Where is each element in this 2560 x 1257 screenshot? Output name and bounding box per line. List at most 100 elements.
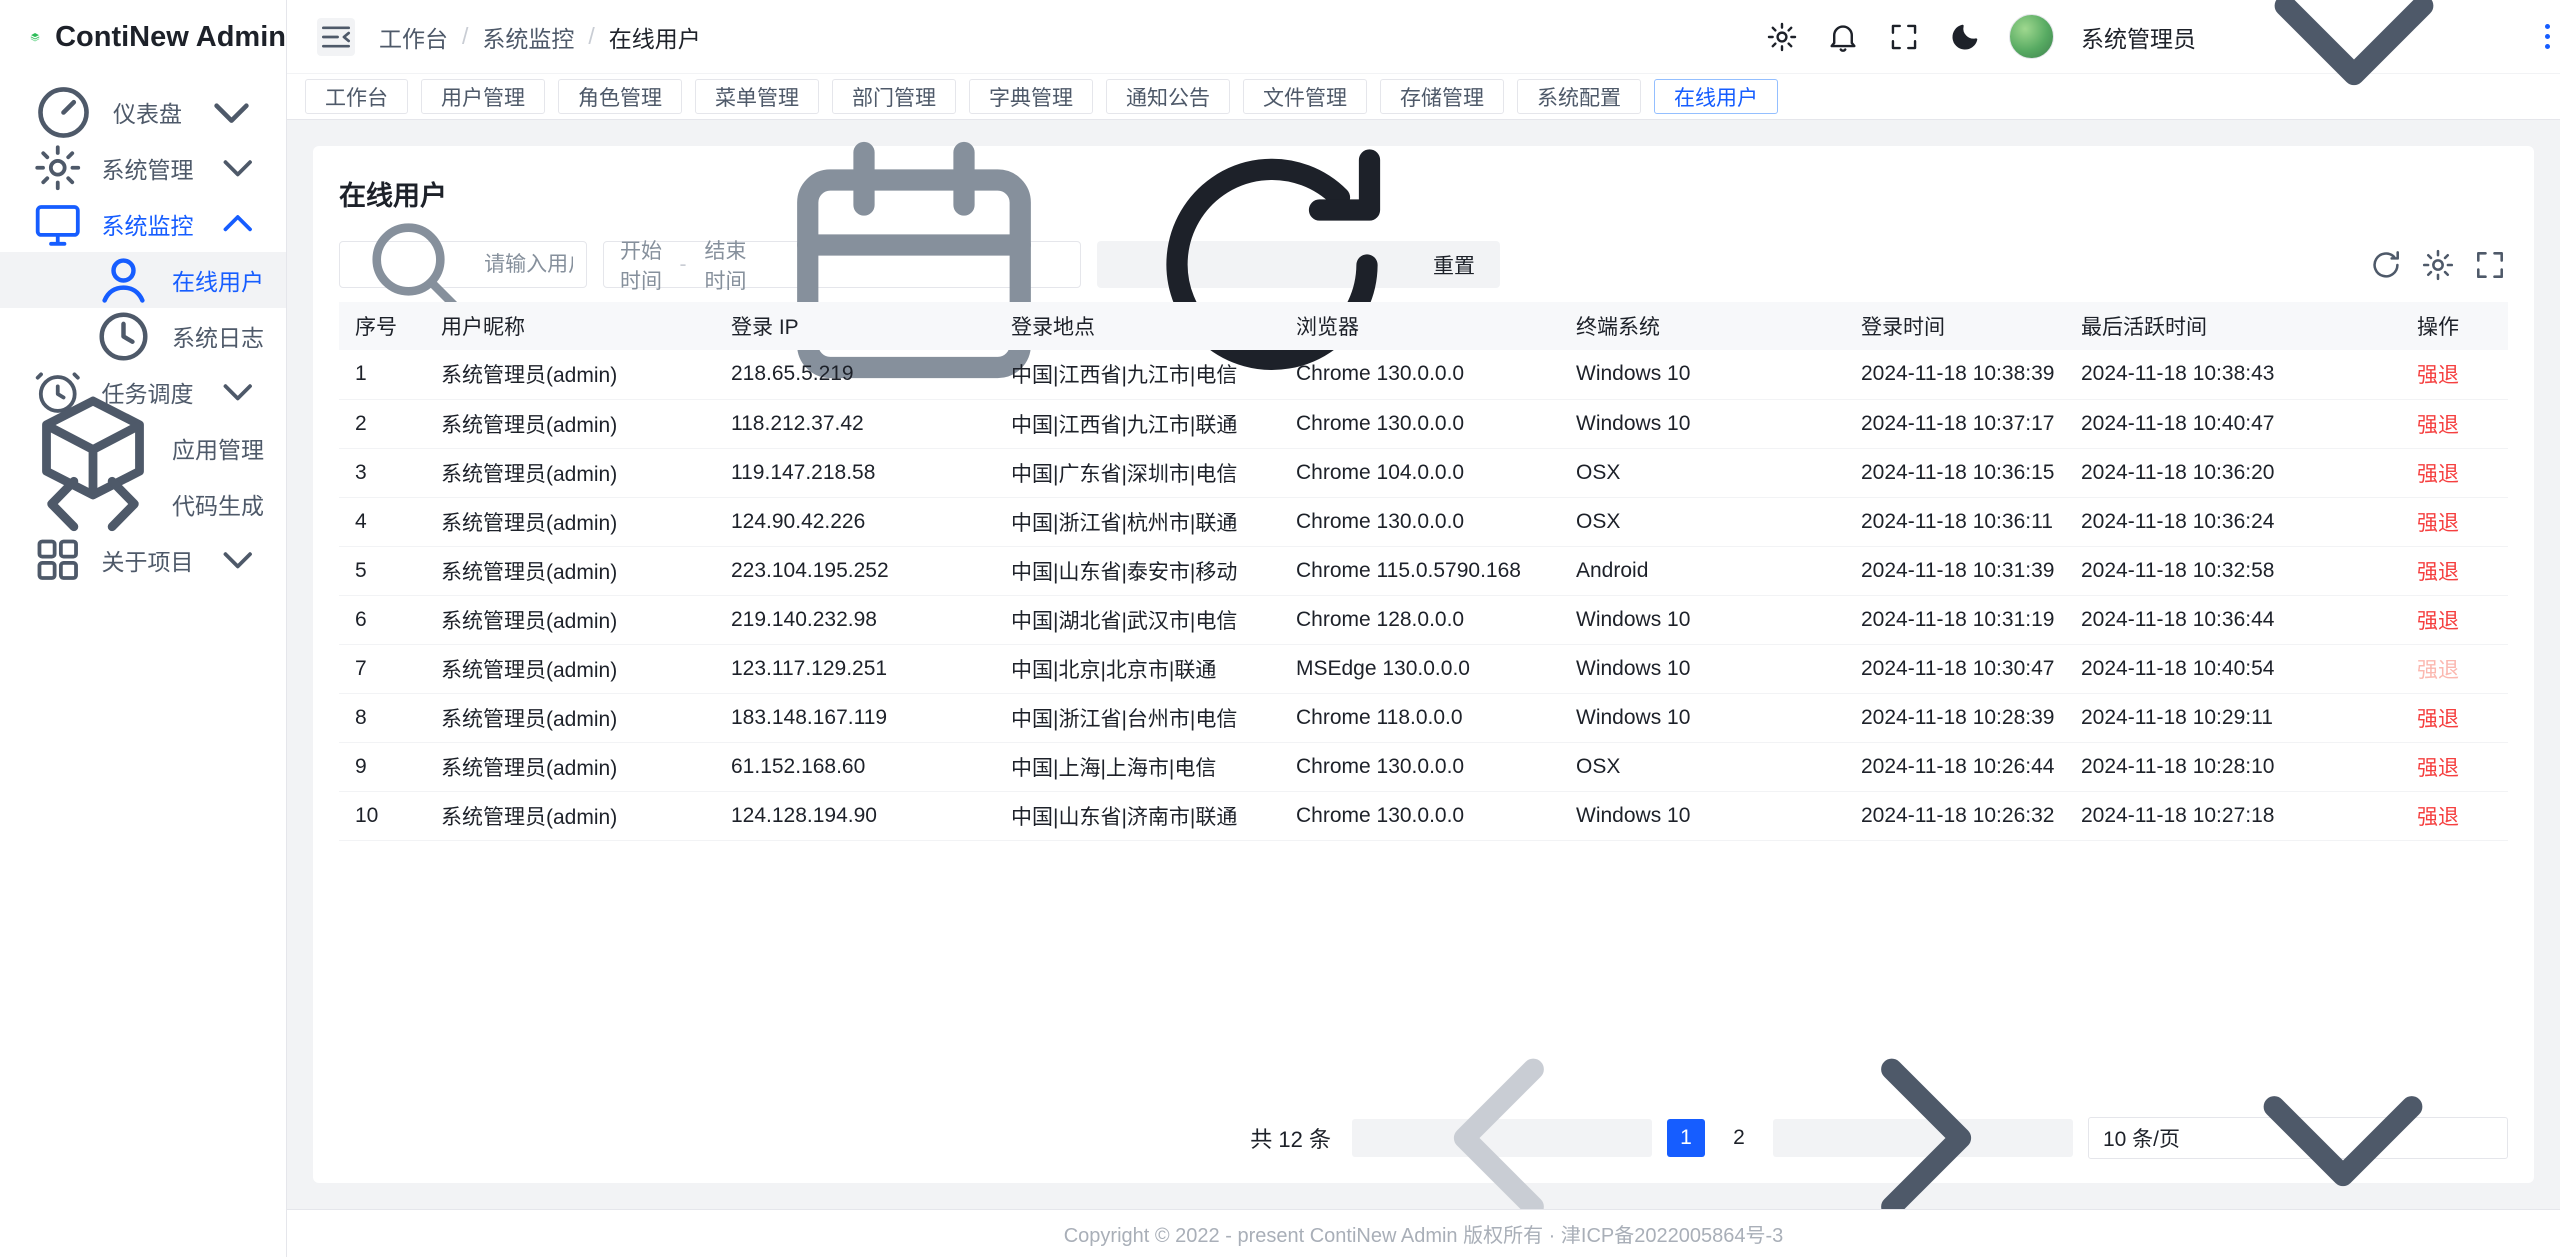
tab[interactable]: 通知公告: [1106, 79, 1230, 114]
column-header: 登录地点: [995, 302, 1280, 350]
cell-index: 8: [339, 693, 425, 742]
cell-login-time: 2024-11-18 10:36:15: [1845, 448, 2065, 497]
sidebar-item-label: 代码生成: [172, 487, 264, 521]
cell-os: Windows 10: [1560, 644, 1845, 693]
column-header: 登录 IP: [715, 302, 995, 350]
cell-browser: Chrome 130.0.0.0: [1280, 350, 1560, 399]
sidebar-item-label: 系统管理: [102, 151, 194, 185]
tab[interactable]: 文件管理: [1243, 79, 1367, 114]
cell-ip: 218.65.5.219: [715, 350, 995, 399]
cell-login-time: 2024-11-18 10:31:19: [1845, 595, 2065, 644]
force-logout-link[interactable]: 强退: [2417, 512, 2459, 535]
cell-os: OSX: [1560, 497, 1845, 546]
column-settings-icon[interactable]: [2420, 247, 2456, 283]
cell-ip: 183.148.167.119: [715, 693, 995, 742]
sidebar-collapse-button[interactable]: [317, 18, 355, 56]
tab[interactable]: 工作台: [305, 79, 408, 114]
cell-ip: 118.212.37.42: [715, 399, 995, 448]
page-number-button[interactable]: 1: [1667, 1119, 1705, 1157]
table-fullscreen-icon[interactable]: [2472, 247, 2508, 283]
cell-browser: MSEdge 130.0.0.0: [1280, 644, 1560, 693]
copyright-text: Copyright © 2022 - present ContiNew Admi…: [1064, 1219, 1784, 1248]
table-row: 2系统管理员(admin)118.212.37.42中国|江西省|九江市|联通C…: [339, 399, 2508, 448]
breadcrumb-item[interactable]: 系统监控: [482, 20, 574, 54]
force-logout-link[interactable]: 强退: [2417, 610, 2459, 633]
cell-nickname: 系统管理员(admin): [425, 693, 715, 742]
date-range-picker[interactable]: 开始时间 - 结束时间: [603, 241, 1081, 288]
tab[interactable]: 角色管理: [558, 79, 682, 114]
cell-action: 强退: [2401, 399, 2508, 448]
page-size-select[interactable]: 10 条/页: [2088, 1117, 2508, 1159]
settings-icon[interactable]: [1765, 20, 1799, 54]
breadcrumb-item[interactable]: 工作台: [379, 20, 448, 54]
column-header: 操作: [2401, 302, 2508, 350]
table-row: 3系统管理员(admin)119.147.218.58中国|广东省|深圳市|电信…: [339, 448, 2508, 497]
sidebar-item-online-users[interactable]: 在线用户: [0, 252, 286, 308]
cell-ip: 61.152.168.60: [715, 742, 995, 791]
chevron-down-icon: [199, 80, 264, 145]
cell-ip: 219.140.232.98: [715, 595, 995, 644]
cell-last-active: 2024-11-18 10:38:43: [2065, 350, 2401, 399]
tab[interactable]: 部门管理: [832, 79, 956, 114]
sidebar-item-dashboard[interactable]: 仪表盘: [0, 84, 286, 140]
force-logout-link[interactable]: 强退: [2417, 806, 2459, 829]
sidebar-item-code-generation[interactable]: 代码生成: [0, 476, 286, 532]
tab[interactable]: 系统配置: [1517, 79, 1641, 114]
table-row: 10系统管理员(admin)124.128.194.90中国|山东省|济南市|联…: [339, 791, 2508, 840]
page-number-button[interactable]: 2: [1720, 1119, 1758, 1157]
tab[interactable]: 菜单管理: [695, 79, 819, 114]
reset-button[interactable]: 重置: [1097, 241, 1500, 288]
cell-nickname: 系统管理员(admin): [425, 595, 715, 644]
more-actions-icon[interactable]: [2541, 0, 2554, 73]
cell-last-active: 2024-11-18 10:29:11: [2065, 693, 2401, 742]
table-row: 1系统管理员(admin)218.65.5.219中国|江西省|九江市|电信Ch…: [339, 350, 2508, 399]
cell-action: 强退: [2401, 742, 2508, 791]
force-logout-link[interactable]: 强退: [2417, 463, 2459, 486]
force-logout-link[interactable]: 强退: [2417, 561, 2459, 584]
tab[interactable]: 用户管理: [421, 79, 545, 114]
cell-browser: Chrome 130.0.0.0: [1280, 791, 1560, 840]
column-header: 用户昵称: [425, 302, 715, 350]
cell-nickname: 系统管理员(admin): [425, 497, 715, 546]
search-box: [339, 241, 587, 288]
force-logout-link[interactable]: 强退: [2417, 708, 2459, 731]
cell-last-active: 2024-11-18 10:36:24: [2065, 497, 2401, 546]
toolbar: 开始时间 - 结束时间 重置: [339, 241, 2508, 288]
chevron-down-icon: [2204, 0, 2504, 187]
breadcrumb-item[interactable]: 在线用户: [609, 20, 701, 54]
tab[interactable]: 在线用户: [1654, 79, 1778, 114]
tab[interactable]: 字典管理: [969, 79, 1093, 114]
sidebar-item-system-monitor[interactable]: 系统监控: [0, 196, 286, 252]
cell-last-active: 2024-11-18 10:28:10: [2065, 742, 2401, 791]
cell-index: 6: [339, 595, 425, 644]
sidebar-item-label: 仪表盘: [113, 95, 182, 129]
force-logout-link[interactable]: 强退: [2417, 414, 2459, 437]
fullscreen-icon[interactable]: [1887, 20, 1921, 54]
table-header-row: 序号用户昵称登录 IP登录地点浏览器终端系统登录时间最后活跃时间操作: [339, 302, 2508, 350]
dark-mode-moon-icon[interactable]: [1948, 20, 1982, 54]
next-page-button[interactable]: [1773, 1119, 2073, 1157]
search-input[interactable]: [484, 253, 573, 277]
online-users-table: 序号用户昵称登录 IP登录地点浏览器终端系统登录时间最后活跃时间操作 1系统管理…: [339, 302, 2508, 841]
tab[interactable]: 存储管理: [1380, 79, 1504, 114]
breadcrumb-separator: /: [588, 23, 594, 50]
force-logout-link[interactable]: 强退: [2417, 364, 2459, 387]
date-end-placeholder: 结束时间: [697, 235, 755, 295]
cell-browser: Chrome 128.0.0.0: [1280, 595, 1560, 644]
sidebar-item-system-logs[interactable]: 系统日志: [0, 308, 286, 364]
logo[interactable]: ContiNew Admin: [0, 0, 286, 74]
user-menu[interactable]: 系统管理员: [2081, 0, 2504, 187]
refresh-table-icon[interactable]: [2368, 247, 2404, 283]
cell-location: 中国|广东省|深圳市|电信: [995, 448, 1280, 497]
table-row: 4系统管理员(admin)124.90.42.226中国|浙江省|杭州市|联通C…: [339, 497, 2508, 546]
prev-page-button[interactable]: [1352, 1119, 1652, 1157]
page-size-value: 10 条/页: [2103, 1123, 2180, 1153]
reset-label: 重置: [1433, 250, 1475, 280]
force-logout-link[interactable]: 强退: [2417, 757, 2459, 780]
avatar[interactable]: [2009, 14, 2054, 59]
sidebar-item-system-management[interactable]: 系统管理: [0, 140, 286, 196]
cell-login-time: 2024-11-18 10:38:39: [1845, 350, 2065, 399]
notification-bell-icon[interactable]: [1826, 20, 1860, 54]
force-logout-link[interactable]: 强退: [2417, 659, 2459, 682]
app-title: ContiNew Admin: [55, 21, 286, 54]
